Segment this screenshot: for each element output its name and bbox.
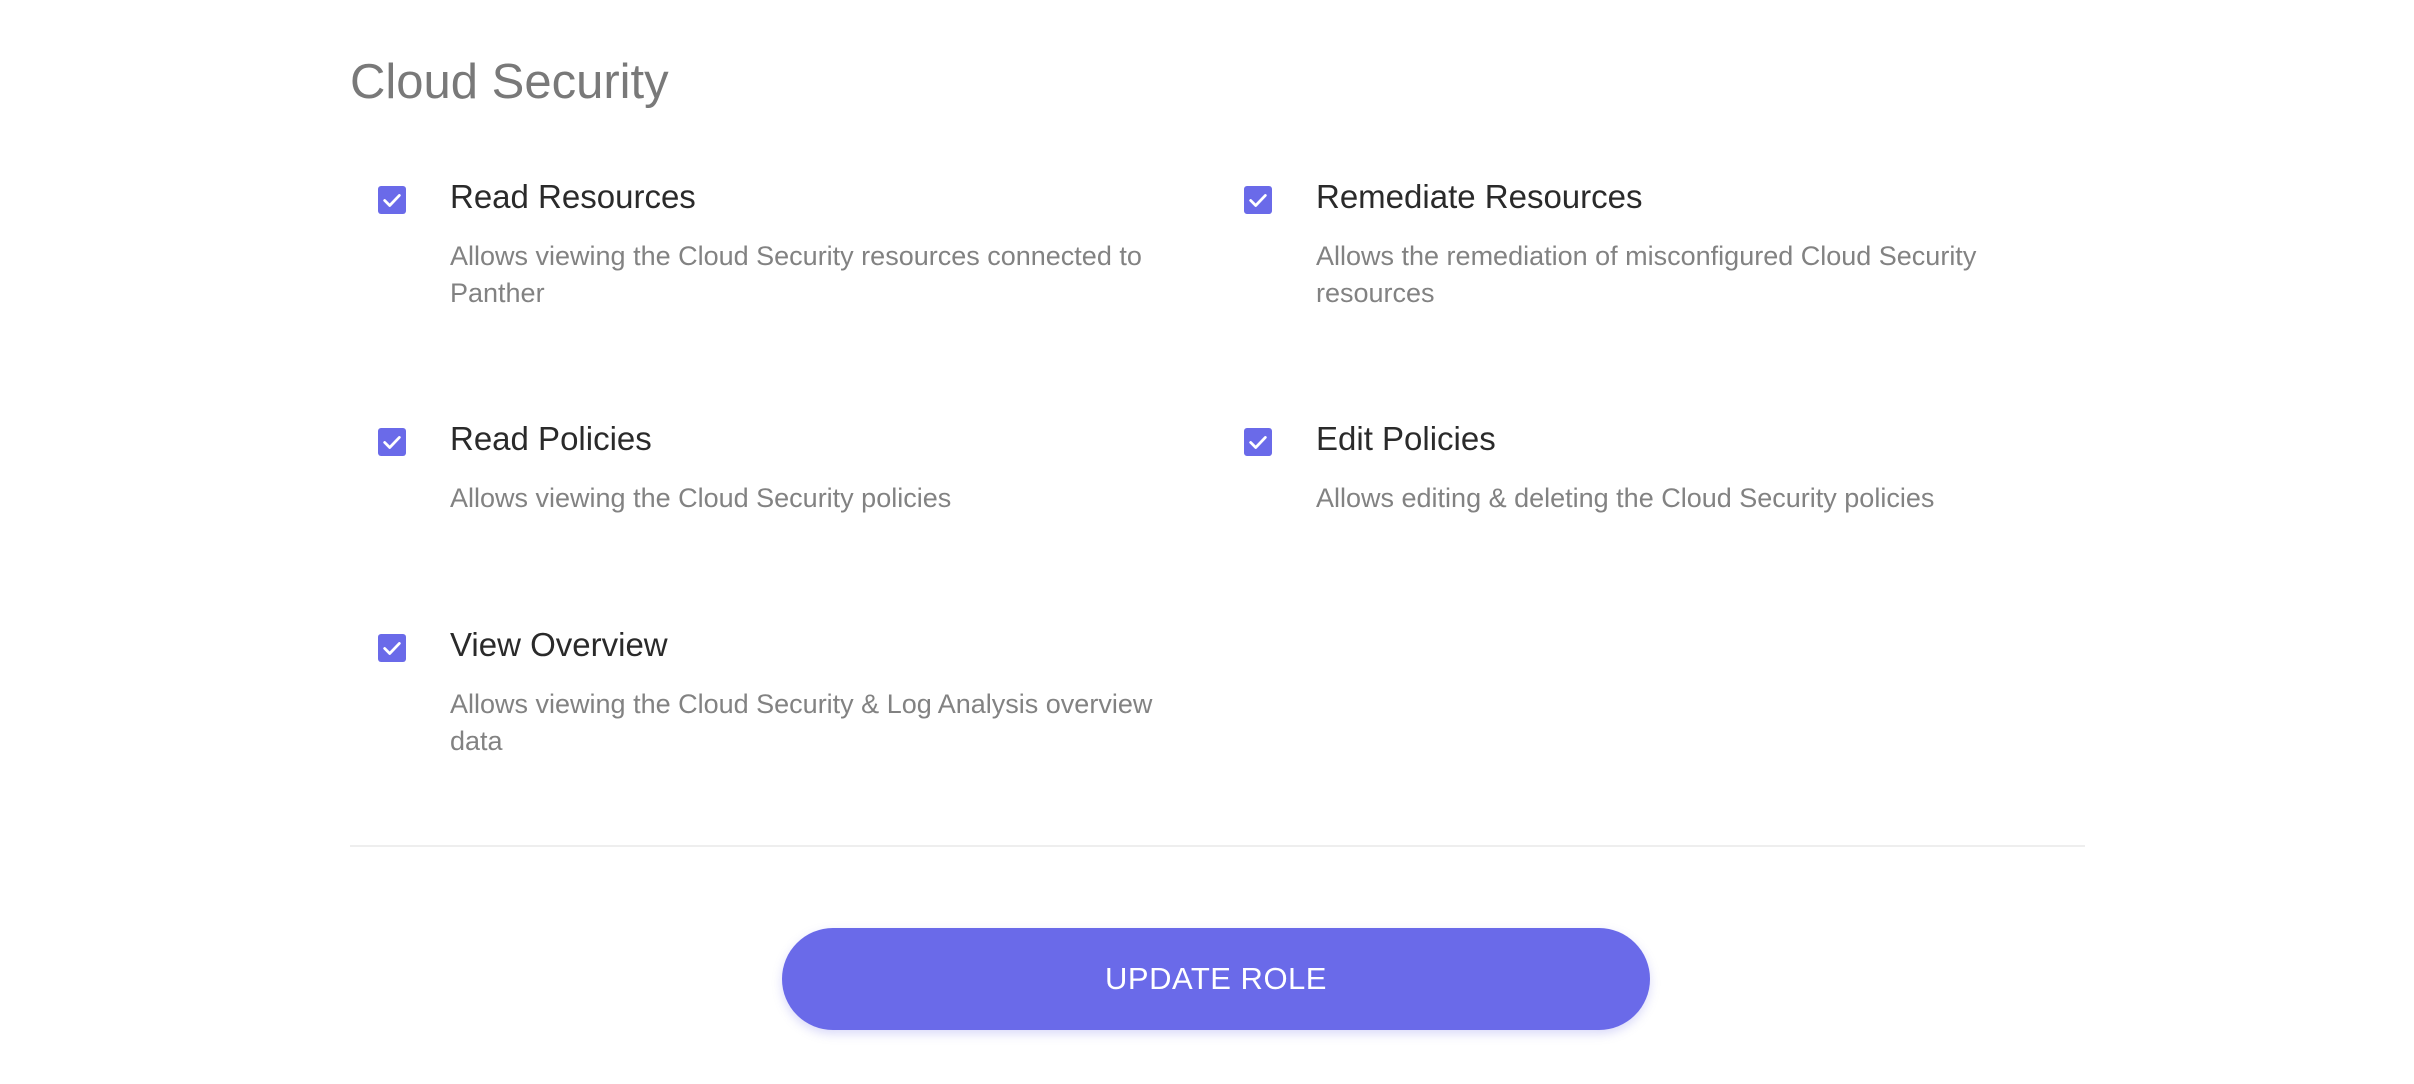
edit-policies-checkbox[interactable]: [1244, 428, 1272, 456]
permission-description: Allows viewing the Cloud Security resour…: [450, 241, 1142, 308]
permission-description: Allows viewing the Cloud Security polici…: [450, 483, 952, 513]
read-policies-checkbox[interactable]: [378, 428, 406, 456]
checkmark-icon: [383, 642, 401, 655]
read-resources-checkbox[interactable]: [378, 186, 406, 214]
checkmark-icon: [1249, 436, 1267, 449]
permission-description: Allows editing & deleting the Cloud Secu…: [1316, 483, 1935, 513]
permission-title: Read Resources: [450, 178, 696, 215]
update-role-button[interactable]: UPDATE ROLE: [782, 928, 1650, 1030]
permission-description: Allows the remediation of misconfigured …: [1316, 241, 1977, 308]
permission-description: Allows viewing the Cloud Security & Log …: [450, 689, 1153, 756]
remediate-resources-checkbox[interactable]: [1244, 186, 1272, 214]
permission-title: Edit Policies: [1316, 420, 1496, 457]
checkmark-icon: [383, 436, 401, 449]
permission-title: Read Policies: [450, 420, 652, 457]
section-divider: [350, 845, 2085, 847]
view-overview-checkbox[interactable]: [378, 634, 406, 662]
permission-title: View Overview: [450, 626, 668, 663]
checkmark-icon: [1249, 194, 1267, 207]
checkmark-icon: [383, 194, 401, 207]
section-title: Cloud Security: [350, 55, 669, 109]
permission-title: Remediate Resources: [1316, 178, 1643, 215]
